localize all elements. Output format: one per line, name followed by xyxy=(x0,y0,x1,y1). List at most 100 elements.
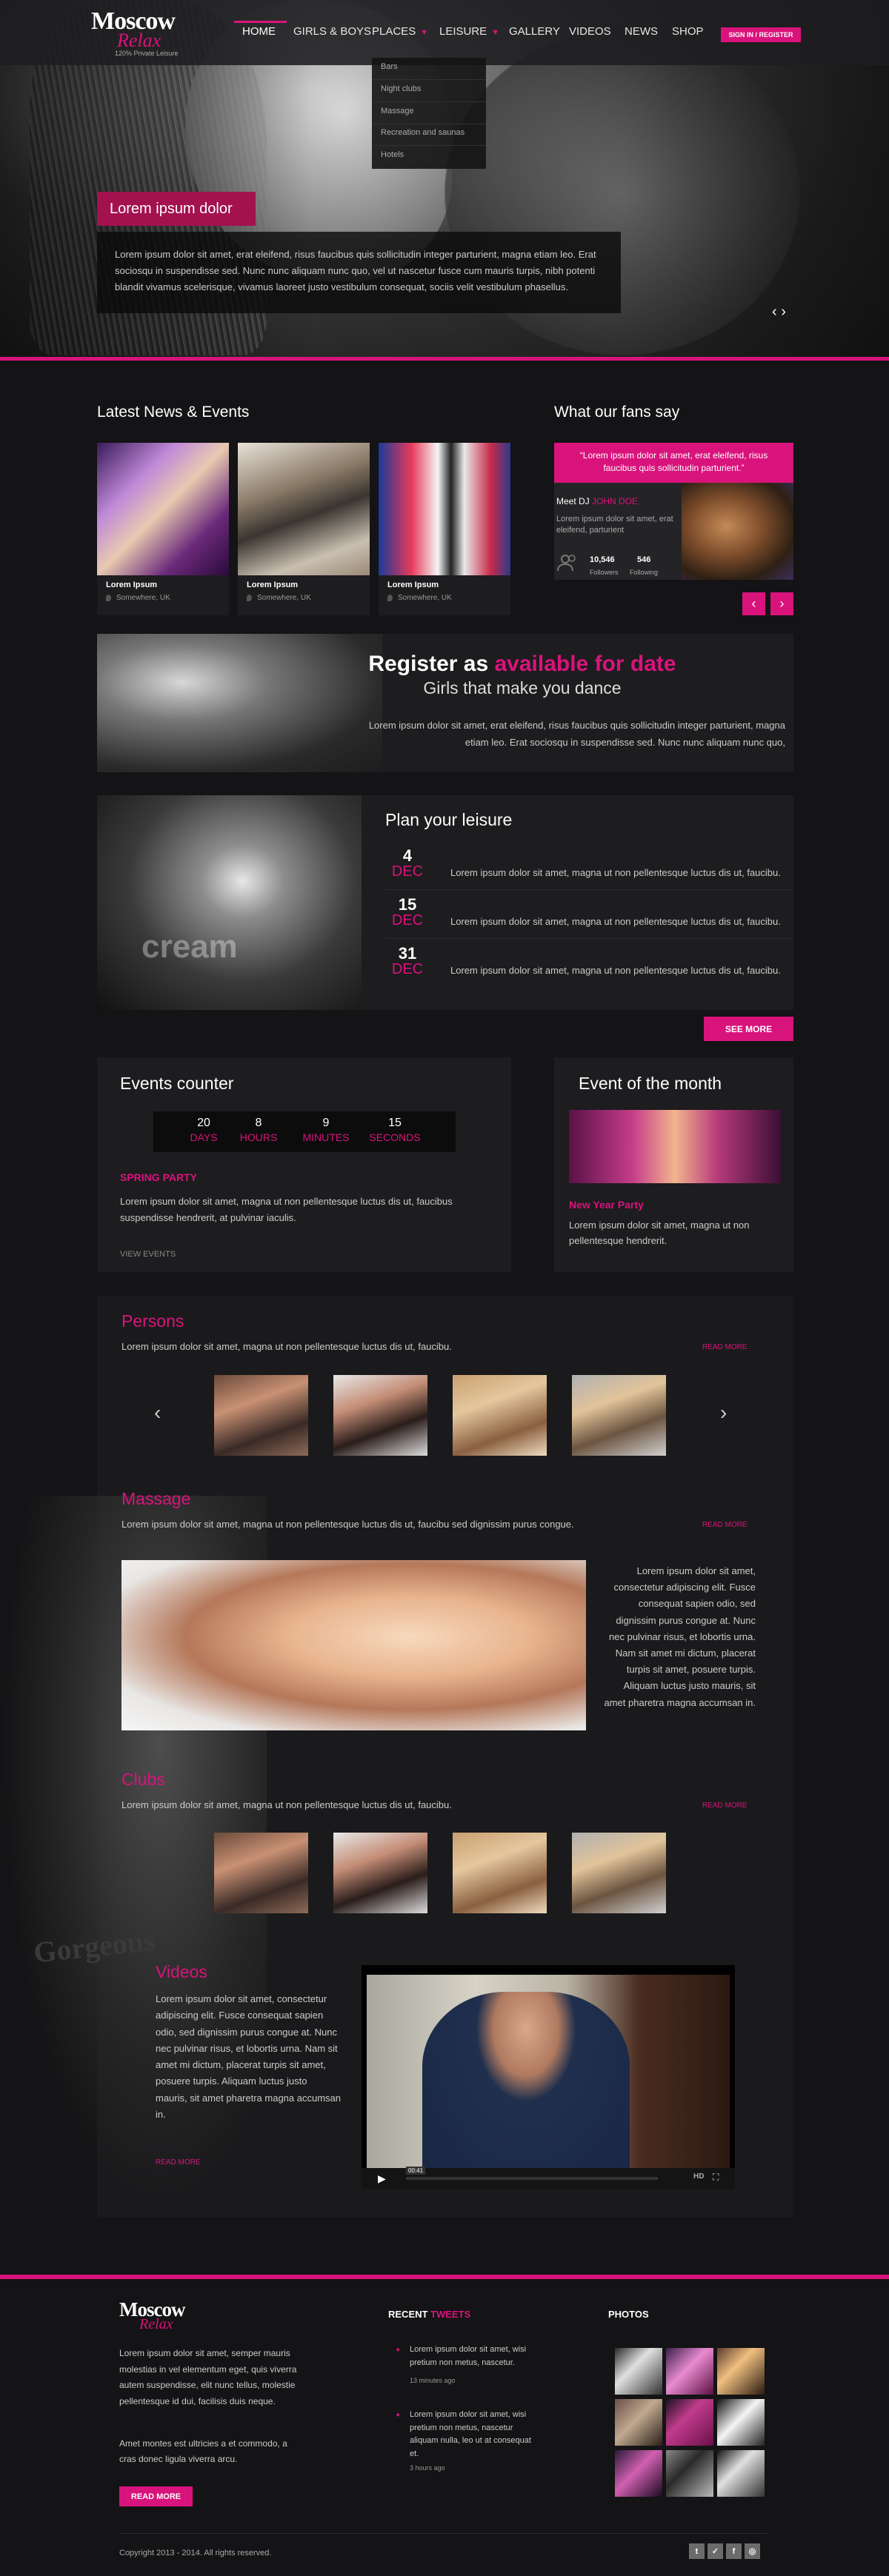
tumblr-icon[interactable]: t xyxy=(689,2543,705,2559)
clubs-read-more[interactable]: Read more xyxy=(702,1801,748,1810)
instagram-icon[interactable]: ◎ xyxy=(745,2543,760,2559)
nav-leisure-label: Leisure xyxy=(439,25,487,38)
footer-logo-accent[interactable]: Relax xyxy=(139,2316,173,2333)
meet-label: Meet DJ xyxy=(556,496,590,506)
person-thumb[interactable] xyxy=(333,1375,427,1456)
nav-gallery[interactable]: Gallery xyxy=(509,25,560,38)
view-events-link[interactable]: View events xyxy=(120,1250,176,1259)
nav-home[interactable]: Home xyxy=(242,25,276,38)
event-of-month-photo[interactable] xyxy=(569,1110,781,1183)
copyright: Copyright 2013 - 2014. All rights reserv… xyxy=(119,2549,272,2557)
club-thumb[interactable] xyxy=(333,1833,427,1913)
persons-next-arrow[interactable]: › xyxy=(720,1401,727,1425)
massage-read-more[interactable]: Read more xyxy=(702,1521,748,1529)
gallery-photo[interactable] xyxy=(717,2450,765,2497)
club-photo: cream xyxy=(97,795,362,1010)
register-title-prefix: Register as xyxy=(368,652,489,676)
nav-leisure[interactable]: Leisure ▼ xyxy=(439,25,499,38)
gallery-photo[interactable] xyxy=(666,2348,713,2395)
event-of-month-text: Lorem ipsum dolor sit amet, magna ut non… xyxy=(569,1220,750,1246)
club-thumb[interactable] xyxy=(572,1833,666,1913)
hero-caption-text: Lorem ipsum dolor sit amet, erat eleifen… xyxy=(97,232,621,313)
fans-section-title: What our fans say xyxy=(554,404,680,421)
video-subject xyxy=(422,1992,630,2179)
logo-accent[interactable]: Relax xyxy=(117,30,161,52)
footer-about-text: Lorem ipsum dolor sit amet, semper mauri… xyxy=(119,2348,297,2406)
gallery-photo[interactable] xyxy=(717,2399,765,2446)
nav-videos[interactable]: Videos xyxy=(569,25,611,38)
club-thumb[interactable] xyxy=(214,1833,308,1913)
testimonial-next-button[interactable]: › xyxy=(770,592,793,615)
vimeo-icon[interactable]: ✓ xyxy=(707,2543,723,2559)
dropdown-item-massage[interactable]: Massage xyxy=(381,107,414,116)
counter-event-name[interactable]: Spring party xyxy=(120,1171,197,1183)
nav-news[interactable]: News xyxy=(625,25,658,38)
event-text[interactable]: Lorem ipsum dolor sit amet, magna ut non… xyxy=(450,965,781,976)
clubs-title: Clubs xyxy=(121,1770,165,1789)
dropdown-item-bars[interactable]: Bars xyxy=(381,62,398,71)
person-thumb[interactable] xyxy=(572,1375,666,1456)
gallery-photo[interactable] xyxy=(717,2348,765,2395)
news-location: Somewhere, UK xyxy=(398,594,452,602)
news-card[interactable]: Lorem Ipsum Somewhere, UK xyxy=(97,443,229,615)
chevron-down-icon: ▼ xyxy=(420,28,429,37)
testimonial-prev-button[interactable]: ‹ xyxy=(742,592,765,615)
play-icon[interactable]: ▶ xyxy=(378,2172,386,2185)
news-photo xyxy=(379,443,510,575)
location-pin-icon xyxy=(247,595,252,601)
nav-active-indicator xyxy=(234,21,287,23)
countdown-hours-value: 8 xyxy=(255,1117,262,1129)
event-text[interactable]: Lorem ipsum dolor sit amet, magna ut non… xyxy=(450,867,781,878)
gallery-photo[interactable] xyxy=(615,2450,662,2497)
video-progress-bar[interactable] xyxy=(406,2177,658,2180)
facebook-icon[interactable]: f xyxy=(726,2543,742,2559)
see-more-button[interactable]: See more xyxy=(704,1017,793,1041)
event-text[interactable]: Lorem ipsum dolor sit amet, magna ut non… xyxy=(450,916,781,927)
news-photo xyxy=(238,443,370,575)
countdown-minutes-label: Minutes xyxy=(302,1131,350,1143)
persons-read-more[interactable]: Read more xyxy=(702,1343,748,1351)
gallery-photo[interactable] xyxy=(615,2399,662,2446)
nav-places[interactable]: Places ▼ xyxy=(372,25,428,38)
register-title[interactable]: Register as available for date xyxy=(348,652,696,677)
club-sign-text: cream xyxy=(141,929,238,965)
signin-register-button[interactable]: Sign in / Register xyxy=(721,27,801,42)
persons-prev-arrow[interactable]: ‹ xyxy=(154,1401,161,1425)
twitter-icon: ✦ xyxy=(395,2346,402,2355)
gallery-photo[interactable] xyxy=(666,2399,713,2446)
event-of-month-name[interactable]: New Year Party xyxy=(569,1199,644,1211)
person-thumb[interactable] xyxy=(214,1375,308,1456)
dropdown-item-recreation[interactable]: Recreation and saunas xyxy=(381,128,465,137)
gallery-photo[interactable] xyxy=(666,2450,713,2497)
news-card[interactable]: Lorem Ipsum Somewhere, UK xyxy=(379,443,510,615)
gallery-photo[interactable] xyxy=(615,2348,662,2395)
following-count: 546 xyxy=(637,555,651,564)
dropdown-item-hotels[interactable]: Hotels xyxy=(381,150,404,159)
dj-name[interactable]: JOHN DOE xyxy=(592,496,638,506)
tweet-text[interactable]: Lorem ipsum dolor sit amet, wisi pretium… xyxy=(410,2344,536,2369)
event-month: DEC xyxy=(391,961,424,977)
logo-tagline: 120% Private Leisure xyxy=(115,50,179,57)
hero-slider-arrows[interactable]: ‹ › xyxy=(772,304,786,321)
location-pin-icon xyxy=(387,595,393,601)
videos-read-more[interactable]: Read more xyxy=(156,2158,201,2167)
nav-girls-boys[interactable]: Girls & Boys xyxy=(293,25,371,38)
location-pin-icon xyxy=(106,595,111,601)
footer-read-more-button[interactable]: Read more xyxy=(119,2486,193,2506)
massage-photo xyxy=(121,1560,586,1730)
tweet-text[interactable]: Lorem ipsum dolor sit amet, wisi pretium… xyxy=(410,2409,536,2460)
nav-shop[interactable]: Shop xyxy=(672,25,704,38)
videos-text: Lorem ipsum dolor sit amet, consectetur … xyxy=(156,1993,341,2121)
persons-text: Lorem ipsum dolor sit amet, magna ut non… xyxy=(121,1341,452,1352)
massage-title: Massage xyxy=(121,1489,191,1508)
nav-places-label: Places xyxy=(372,25,416,38)
club-thumb[interactable] xyxy=(453,1833,547,1913)
person-thumb[interactable] xyxy=(453,1375,547,1456)
places-dropdown-menu: Bars Night clubs Massage Recreation and … xyxy=(372,58,486,169)
testimonial-quote: “Lorem ipsum dolor sit amet, erat eleife… xyxy=(554,443,793,483)
hd-toggle[interactable]: HD xyxy=(693,2172,704,2181)
fullscreen-icon[interactable]: ⛶ xyxy=(713,2172,719,2183)
dropdown-item-night-clubs[interactable]: Night clubs xyxy=(381,84,421,93)
news-card[interactable]: Lorem Ipsum Somewhere, UK xyxy=(238,443,370,615)
recent-label: Recent xyxy=(388,2309,428,2320)
